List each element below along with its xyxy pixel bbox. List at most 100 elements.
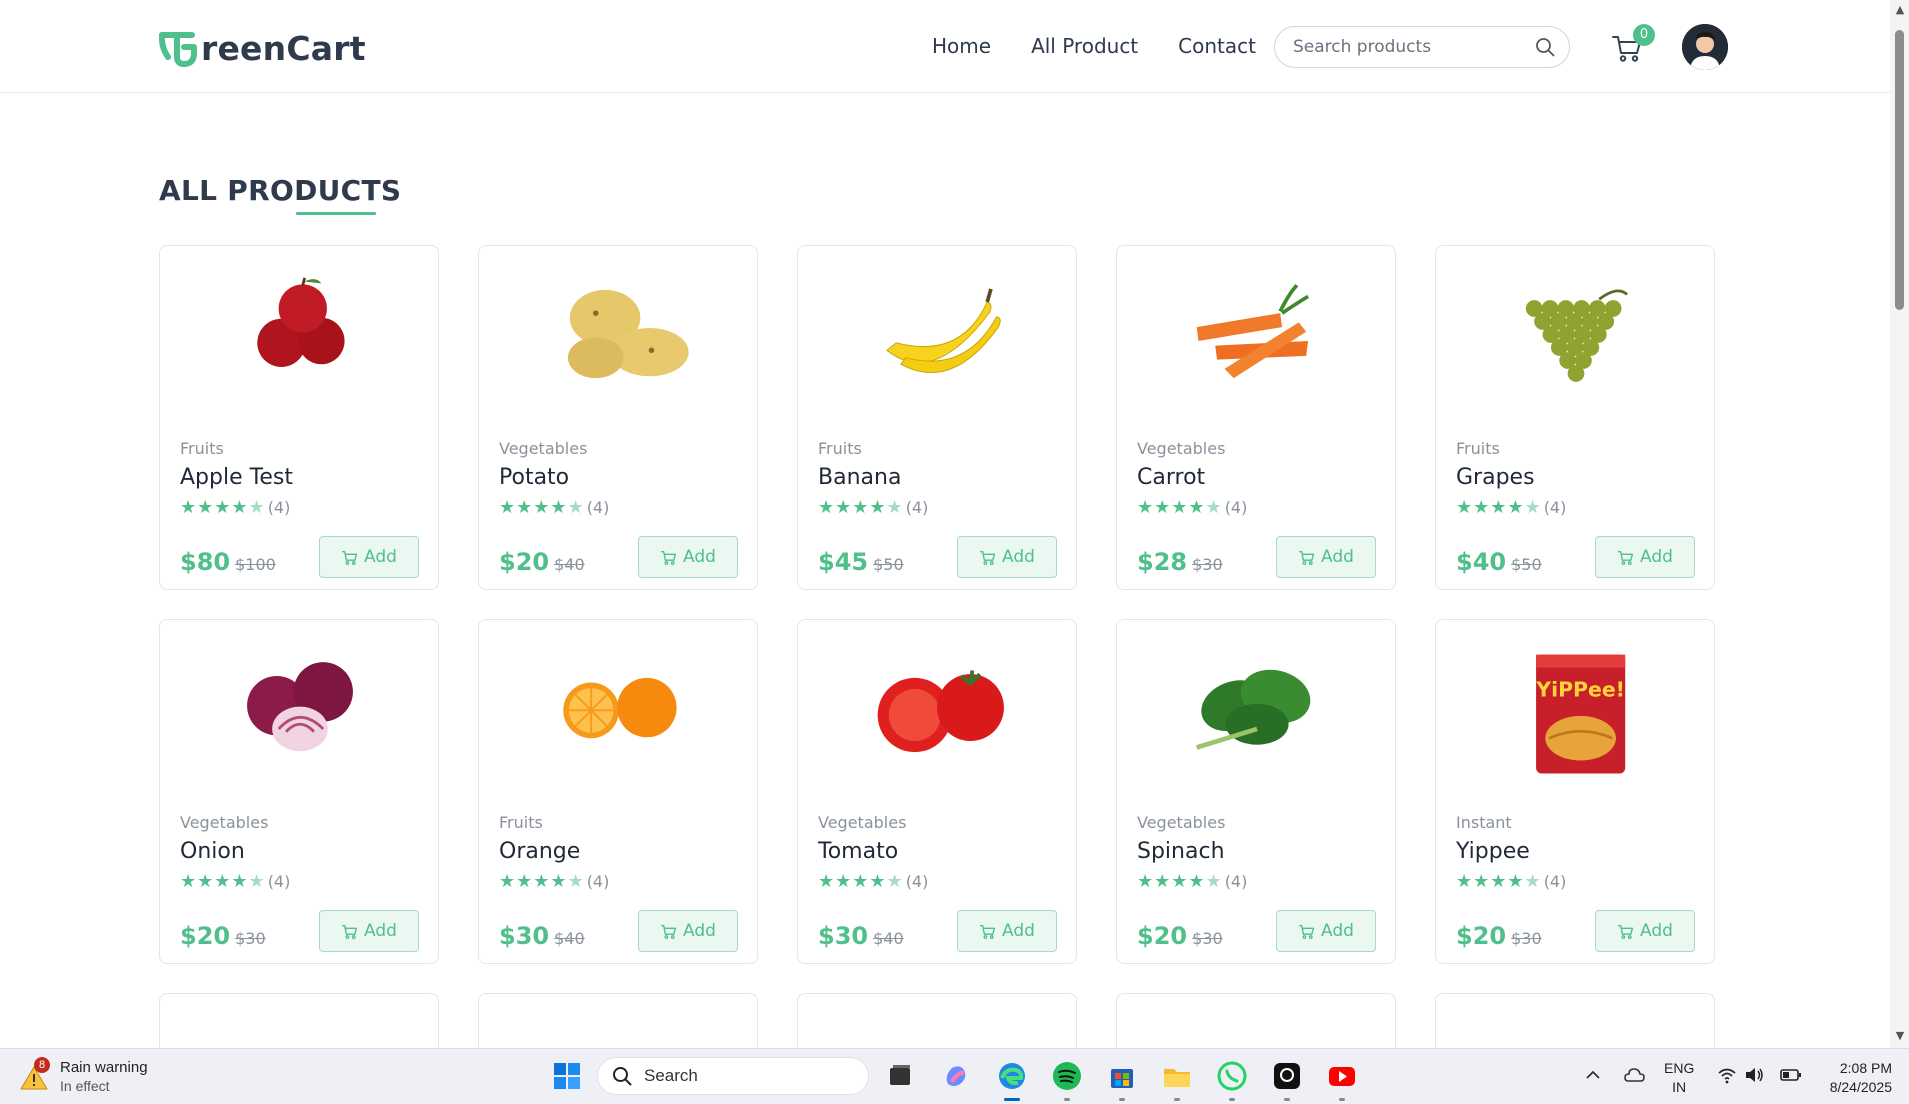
youtube-running-dot — [1339, 1098, 1345, 1101]
rating-count: (4) — [1224, 872, 1248, 891]
add-to-cart-button[interactable]: Add — [1595, 536, 1695, 578]
weather-widget[interactable]: 8 Rain warning In effect — [18, 1057, 148, 1095]
youtube-icon[interactable] — [1326, 1060, 1358, 1092]
product-name[interactable]: Grapes — [1456, 465, 1535, 490]
whatsapp-icon[interactable] — [1216, 1060, 1248, 1092]
nav-contact[interactable]: Contact — [1178, 34, 1256, 58]
scroll-down-arrow-icon[interactable]: ▼ — [1893, 1030, 1907, 1042]
spinach-image — [1195, 669, 1311, 750]
product-card[interactable]: Vegetables Spinach ★★★★★ (4) $20 $30 Add — [1116, 619, 1396, 964]
cart-icon — [1299, 924, 1315, 939]
product-name[interactable]: Carrot — [1137, 465, 1205, 490]
product-name[interactable]: Banana — [818, 465, 901, 490]
original-price: $30 — [1192, 929, 1223, 948]
product-price: $28 $30 — [1137, 548, 1223, 576]
taskbar-search-icon — [613, 1067, 632, 1086]
whatsapp-running-dot — [1229, 1098, 1235, 1101]
product-category: Instant — [1456, 813, 1512, 832]
original-price: $40 — [554, 929, 585, 948]
system-clock[interactable]: 2:08 PM 8/24/2025 — [1808, 1059, 1892, 1097]
product-name[interactable]: Apple Test — [180, 465, 293, 490]
product-name[interactable]: Spinach — [1137, 839, 1225, 864]
product-price: $30 $40 — [499, 922, 585, 950]
star-icon-filled: ★★★★ — [1456, 497, 1525, 518]
add-to-cart-button[interactable]: Add — [957, 536, 1057, 578]
original-price: $30 — [1192, 555, 1223, 574]
product-card[interactable]: Vegetables Potato ★★★★★ (4) $20 $40 Add — [478, 245, 758, 590]
product-price: $20 $30 — [1456, 922, 1542, 950]
product-name[interactable]: Orange — [499, 839, 580, 864]
potato-image — [567, 289, 689, 379]
scrollbar-thumb[interactable] — [1895, 30, 1904, 310]
rating-stars: ★★★★★ (4) — [499, 871, 609, 892]
product-card[interactable]: Fruits Apple Test ★★★★★ (4) $80 $100 Add — [159, 245, 439, 590]
product-name[interactable]: Potato — [499, 465, 569, 490]
product-card-partial[interactable] — [1435, 993, 1715, 1048]
product-category: Fruits — [818, 439, 862, 458]
task-view-icon[interactable] — [884, 1060, 916, 1092]
rating-stars: ★★★★★ (4) — [499, 497, 609, 518]
navbar: reenCart Home All Product Contact 0 — [0, 0, 1890, 93]
star-icon-filled: ★★★★ — [499, 497, 568, 518]
product-name[interactable]: Tomato — [818, 839, 898, 864]
add-to-cart-button[interactable]: Add — [319, 910, 419, 952]
wifi-icon[interactable] — [1717, 1066, 1737, 1084]
product-category: Vegetables — [1137, 439, 1226, 458]
spotify-running-dot — [1064, 1098, 1070, 1101]
star-icon-filled: ★★★★ — [818, 497, 887, 518]
search-input[interactable] — [1291, 36, 1535, 58]
cart-icon — [1618, 550, 1634, 565]
product-name[interactable]: Onion — [180, 839, 245, 864]
avatar[interactable] — [1682, 24, 1728, 70]
product-name[interactable]: Yippee — [1456, 839, 1530, 864]
product-card[interactable]: Fruits Orange ★★★★★ (4) $30 $40 Add — [478, 619, 758, 964]
cart-icon — [342, 924, 358, 939]
product-card[interactable]: Fruits Grapes ★★★★★ (4) $40 $50 Add — [1435, 245, 1715, 590]
rating-count: (4) — [1543, 498, 1567, 517]
github-icon[interactable] — [1271, 1060, 1303, 1092]
product-card[interactable]: Fruits Banana ★★★★★ (4) $45 $50 Add — [797, 245, 1077, 590]
volume-icon[interactable] — [1744, 1066, 1764, 1084]
add-to-cart-button[interactable]: Add — [957, 910, 1057, 952]
copilot-icon[interactable] — [940, 1060, 972, 1092]
add-to-cart-button[interactable]: Add — [638, 536, 738, 578]
current-price: $20 — [1137, 922, 1188, 950]
add-to-cart-button[interactable]: Add — [319, 536, 419, 578]
product-card[interactable]: Vegetables Onion ★★★★★ (4) $20 $30 Add — [159, 619, 439, 964]
product-price: $20 $30 — [180, 922, 266, 950]
product-card[interactable]: Vegetables Carrot ★★★★★ (4) $28 $30 Add — [1116, 245, 1396, 590]
edge-browser-icon[interactable] — [996, 1060, 1028, 1092]
add-to-cart-button[interactable]: Add — [638, 910, 738, 952]
product-card-partial[interactable] — [478, 993, 758, 1048]
add-button-label: Add — [1321, 547, 1354, 567]
scroll-up-arrow-icon[interactable]: ▲ — [1893, 4, 1907, 16]
onedrive-cloud-icon[interactable] — [1623, 1065, 1645, 1085]
file-explorer-icon[interactable] — [1161, 1060, 1193, 1092]
nav-all-product[interactable]: All Product — [1031, 34, 1138, 58]
product-category: Fruits — [1456, 439, 1500, 458]
add-to-cart-button[interactable]: Add — [1595, 910, 1695, 952]
product-card-partial[interactable] — [1116, 993, 1396, 1048]
rating-count: (4) — [267, 872, 291, 891]
logo[interactable]: reenCart — [158, 26, 366, 70]
chevron-up-icon[interactable] — [1584, 1066, 1602, 1084]
store-icon[interactable] — [1106, 1060, 1138, 1092]
orange-image — [563, 677, 677, 739]
product-card[interactable]: YiPPee! Instant Yippee ★★★★★ (4) $20 $30 Add — [1435, 619, 1715, 964]
language-indicator[interactable]: ENG IN — [1664, 1059, 1694, 1097]
nav-home[interactable]: Home — [932, 34, 991, 58]
product-card[interactable]: Vegetables Tomato ★★★★★ (4) $30 $40 Add — [797, 619, 1077, 964]
product-card-partial[interactable] — [797, 993, 1077, 1048]
current-price: $45 — [818, 548, 869, 576]
star-icon-filled: ★★★★ — [818, 871, 887, 892]
spotify-icon[interactable] — [1051, 1060, 1083, 1092]
add-to-cart-button[interactable]: Add — [1276, 536, 1376, 578]
taskbar-search[interactable]: Search — [597, 1057, 869, 1095]
product-card-partial[interactable] — [159, 993, 439, 1048]
search-icon[interactable] — [1535, 37, 1555, 57]
battery-icon[interactable] — [1780, 1067, 1802, 1083]
svg-text:YiPPee!: YiPPee! — [1535, 677, 1625, 701]
taskbar-search-label: Search — [644, 1066, 698, 1085]
windows-start-icon[interactable] — [551, 1060, 583, 1092]
add-to-cart-button[interactable]: Add — [1276, 910, 1376, 952]
